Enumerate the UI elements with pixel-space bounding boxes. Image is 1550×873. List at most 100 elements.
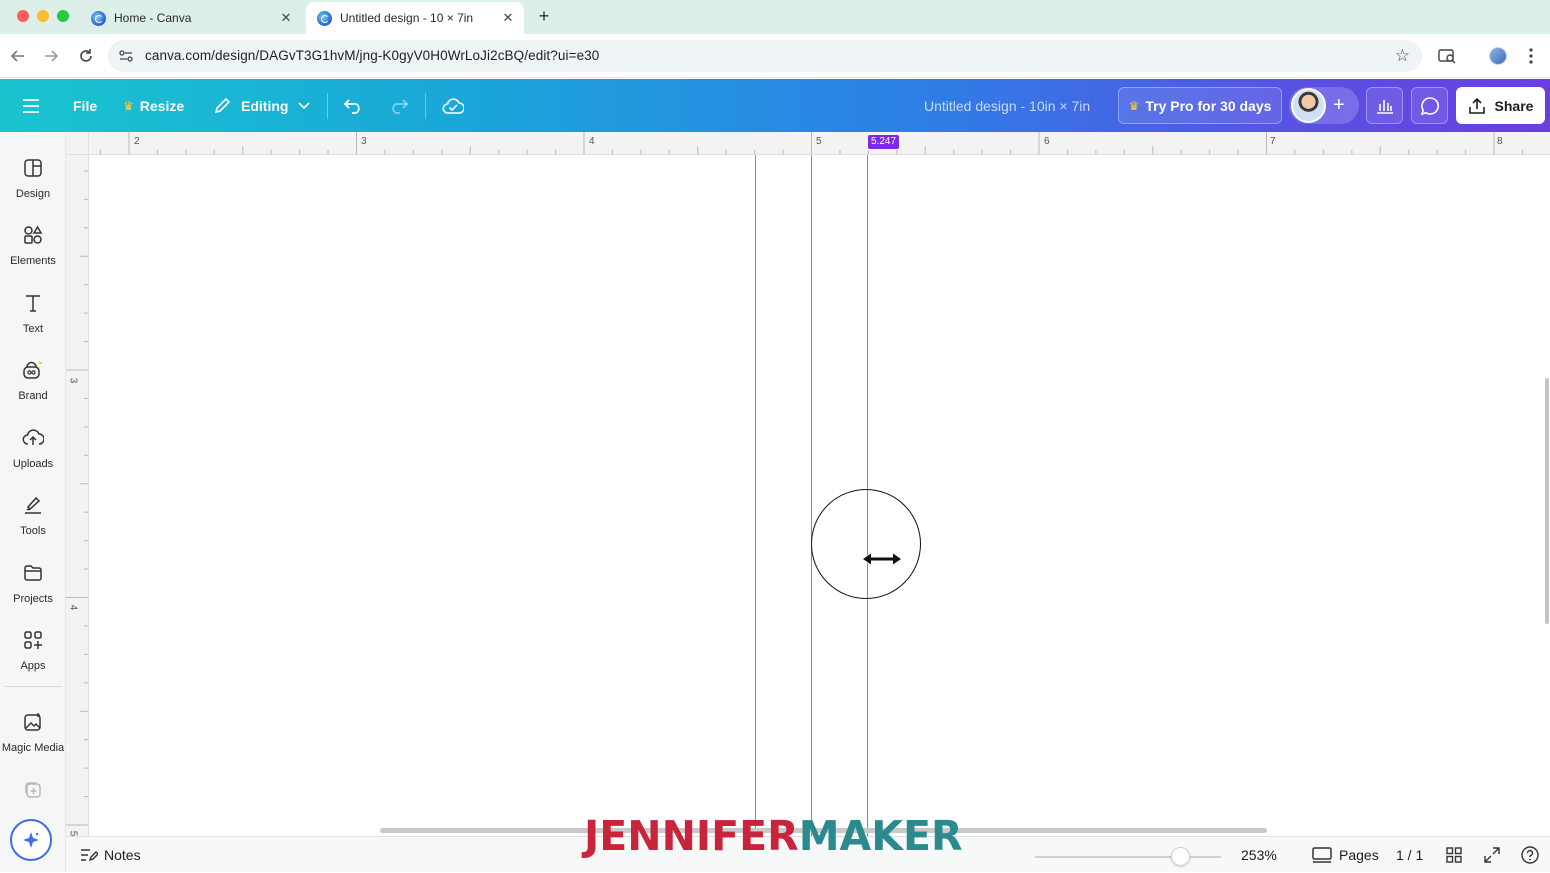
apps-icon (21, 628, 45, 652)
sidebar-item-text[interactable]: Text (0, 289, 66, 349)
reload-icon[interactable] (75, 45, 97, 67)
sidebar-item-apps[interactable]: Apps (0, 626, 66, 686)
tab-home-canva[interactable]: Home - Canva ✕ (80, 2, 302, 34)
ruler-tick-label: 2 (134, 136, 140, 147)
tab-title: Untitled design - 10 × 7in (340, 11, 474, 25)
watermark-part-2: MAKER (798, 812, 963, 860)
resize-button[interactable]: ♛ Resize (123, 79, 184, 132)
pages-label: Pages (1339, 847, 1379, 863)
share-upload-icon (1468, 97, 1485, 114)
tab-search-icon[interactable] (1436, 45, 1458, 67)
site-info-icon[interactable] (118, 48, 134, 69)
url-omnibox[interactable]: canva.com/design/DAGvT3G1hvM/jng-K0gyV0H… (108, 40, 1422, 72)
sidebar-item-uploads[interactable]: Uploads (0, 424, 66, 484)
sidebar-item-label: Apps (20, 660, 46, 672)
zoom-slider[interactable] (1035, 856, 1221, 858)
sidebar-item-elements[interactable]: Elements (0, 221, 66, 281)
crown-icon: ♛ (1128, 98, 1140, 113)
sidebar-item-projects[interactable]: Projects (0, 559, 66, 619)
url-text[interactable]: canva.com/design/DAGvT3G1hvM/jng-K0gyV0H… (145, 48, 599, 63)
ruler-tick-label: 6 (1044, 136, 1050, 147)
sidebar-item-design[interactable]: Design (0, 154, 66, 214)
notes-label: Notes (104, 847, 141, 863)
zoom-percentage[interactable]: 253% (1241, 837, 1277, 873)
browser-tab-strip: Home - Canva ✕ Untitled design - 10 × 7i… (0, 0, 1550, 34)
circle-shape[interactable] (811, 489, 921, 599)
try-pro-label: Try Pro for 30 days (1145, 97, 1272, 114)
profile-avatar-icon[interactable] (1487, 45, 1509, 67)
design-canvas[interactable] (89, 155, 1550, 836)
watermark-part-1: JENNIFER (584, 812, 799, 860)
vertical-scrollbar[interactable] (1545, 378, 1549, 624)
window-minimize-button[interactable] (37, 10, 49, 22)
elements-icon (21, 223, 45, 247)
left-sidebar: Design Elements Text Brand Uploads Tools (0, 132, 66, 872)
window-close-button[interactable] (17, 10, 29, 22)
tools-icon (21, 493, 45, 517)
notes-button[interactable]: Notes (80, 837, 141, 873)
sidebar-item-label: Design (15, 188, 51, 200)
canva-favicon-icon (317, 10, 332, 26)
header-divider (327, 93, 328, 119)
ruler-tick-label: 5 (816, 136, 822, 147)
zoom-slider-handle[interactable] (1170, 847, 1190, 866)
tab-close-icon[interactable]: ✕ (498, 10, 518, 26)
share-button[interactable]: Share (1456, 87, 1545, 124)
comments-button[interactable] (1411, 87, 1448, 124)
forward-arrow-icon[interactable] (40, 45, 62, 67)
sidebar-item-brand[interactable]: Brand (0, 356, 66, 416)
pages-button[interactable]: Pages (1312, 837, 1379, 873)
insights-button[interactable] (1366, 87, 1403, 124)
canva-assistant-button[interactable] (10, 819, 52, 861)
sidebar-item-label: Tools (20, 525, 46, 537)
ruler-tick-label: 4 (67, 604, 79, 611)
ruler-tick-label: 3 (361, 136, 367, 147)
document-title[interactable]: Untitled design - 10in × 7in (924, 79, 1090, 132)
ruler-guide-line[interactable] (811, 155, 812, 836)
window-maximize-button[interactable] (57, 10, 69, 22)
horizontal-resize-cursor-icon (861, 551, 903, 572)
undo-icon (344, 98, 360, 114)
jennifermaker-watermark: JENNIFERMAKER (584, 813, 963, 859)
menu-hamburger-icon[interactable] (22, 79, 42, 132)
bookmark-star-icon[interactable]: ☆ (1395, 46, 1410, 66)
vertical-ruler[interactable]: 3 4 5 (66, 155, 89, 836)
editing-mode-dropdown[interactable]: Editing (213, 79, 311, 132)
ruler-tick-label: 7 (1270, 136, 1276, 147)
add-collaborator-icon[interactable]: + (1333, 93, 1345, 117)
sidebar-item-label: Projects (13, 593, 53, 605)
redo-button[interactable] (388, 79, 408, 132)
grid-view-icon[interactable] (1444, 845, 1464, 865)
horizontal-ruler[interactable]: 2 3 4 5 6 7 8 (66, 132, 1550, 155)
page-counter: 1 / 1 (1396, 847, 1424, 863)
file-label: File (73, 97, 98, 114)
undo-button[interactable] (344, 79, 364, 132)
file-menu-button[interactable]: File (73, 79, 97, 132)
ruler-position-badge: 5.247 (868, 135, 900, 149)
browser-menu-icon[interactable] (1520, 45, 1542, 67)
try-pro-button[interactable]: ♛ Try Pro for 30 days (1118, 87, 1282, 124)
ruler-tick-label: 4 (589, 136, 595, 147)
cloud-save-button[interactable] (442, 79, 464, 132)
collaborators-group[interactable]: + (1289, 87, 1359, 124)
sidebar-item-label: Brand (18, 390, 48, 402)
text-icon (21, 291, 45, 315)
uploads-icon (21, 426, 45, 450)
bar-chart-icon (1376, 99, 1393, 114)
tab-untitled-design[interactable]: Untitled design - 10 × 7in ✕ (306, 2, 524, 34)
help-icon[interactable] (1520, 845, 1540, 865)
stacked-apps-icon (21, 778, 45, 802)
header-divider (425, 93, 426, 119)
back-arrow-icon[interactable] (7, 45, 29, 67)
new-tab-button[interactable]: + (534, 6, 554, 27)
tab-close-icon[interactable]: ✕ (276, 10, 296, 26)
user-avatar[interactable] (1291, 88, 1326, 123)
editor-header: File ♛ Resize Editing Untitled design - … (0, 79, 1550, 132)
ruler-tick-label: 8 (1497, 136, 1503, 147)
ruler-ticks (66, 170, 88, 826)
ruler-guide-line[interactable] (755, 155, 756, 836)
tab-title: Home - Canva (114, 11, 192, 25)
sidebar-item-magic-media[interactable]: Magic Media (0, 708, 66, 768)
fullscreen-icon[interactable] (1482, 845, 1502, 865)
sidebar-item-tools[interactable]: Tools (0, 491, 66, 551)
